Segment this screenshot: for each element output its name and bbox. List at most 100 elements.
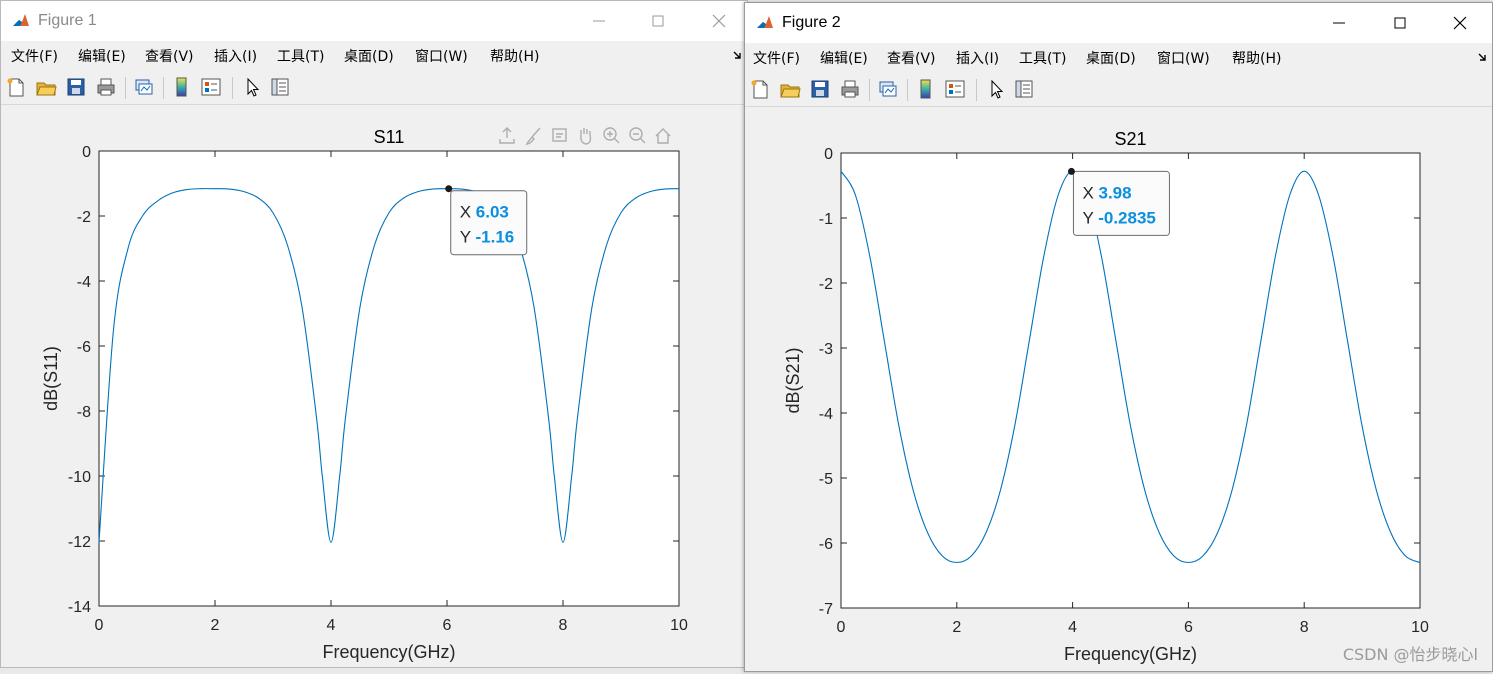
y-tick-label: -1 [819,211,833,228]
datatip-y-label: Y [1082,208,1098,227]
maximize-button[interactable] [1386,9,1414,37]
minimize-button[interactable] [585,7,613,35]
title-bar[interactable]: Figure 1 [1,1,747,41]
menu-insert[interactable]: 插入(I) [956,48,999,68]
data-tips-icon[interactable] [552,128,567,142]
x-tick-label: 0 [95,617,104,634]
insert-legend-button[interactable] [944,78,966,100]
new-figure-button[interactable] [749,78,771,100]
insert-legend-button[interactable] [200,76,222,98]
datatip-y-label: Y [460,228,476,247]
toolbar-separator [976,79,977,101]
figure-1-window: Figure 1 文件(F) 编辑(E) 查看(V) 插入(I) 工具(T) 桌… [0,0,748,668]
datatip-x-label: X [1082,183,1098,202]
insert-colorbar-button[interactable] [915,78,937,100]
datatip-marker[interactable] [1067,167,1075,175]
pan-icon[interactable] [580,128,592,145]
y-axis-label: dB(S21) [783,347,803,413]
close-button[interactable] [705,7,733,35]
x-tick-label: 10 [670,617,688,634]
insert-legend-icon [201,78,221,96]
y-tick-label: -6 [819,536,833,553]
property-inspector-icon [271,78,289,96]
link-plot-button[interactable] [877,78,899,100]
y-tick-label: -12 [68,534,91,551]
open-file-button[interactable] [779,78,801,100]
datatip-y-value: -0.2835 [1098,208,1156,227]
dock-arrow-icon[interactable] [733,50,743,60]
x-tick-label: 4 [1068,619,1077,636]
menu-tools[interactable]: 工具(T) [277,46,324,66]
datatip-y-row: Y -0.2835 [1082,208,1155,227]
menu-help[interactable]: 帮助(H) [490,46,539,66]
y-tick-label: -4 [77,274,91,291]
chart-title: S11 [374,127,405,147]
menu-file[interactable]: 文件(F) [11,46,58,66]
menu-insert[interactable]: 插入(I) [214,46,257,66]
axes-toolbar[interactable] [499,127,671,146]
menu-window[interactable]: 窗口(W) [1157,48,1210,68]
y-tick-label: 0 [824,146,833,163]
datatip-x-label: X [460,203,476,222]
x-tick-label: 2 [952,619,961,636]
matlab-icon [755,13,775,33]
figure-canvas: 0 2 4 6 8 10 0 -2 -4 -6 -8 -10 -12 -14 S11 Frequency(GH… [1,105,747,667]
brush-icon[interactable] [525,127,541,146]
link-plot-icon [135,79,153,95]
save-icon [67,78,85,96]
maximize-button[interactable] [644,7,672,35]
property-inspector-button[interactable] [1013,78,1035,100]
pointer-button[interactable] [985,78,1007,100]
open-file-button[interactable] [35,76,57,98]
figure-2-window: Figure 2 文件(F) 编辑(E) 查看(V) 插入(I) 工具(T) 桌… [744,2,1493,672]
export-icon[interactable] [499,127,515,144]
menu-window[interactable]: 窗口(W) [415,46,468,66]
save-icon [811,80,829,98]
property-inspector-icon [1015,80,1033,98]
y-tick-label: 0 [82,144,91,161]
x-tick-label: 6 [1184,619,1193,636]
link-plot-icon [879,81,897,97]
print-button[interactable] [95,76,117,98]
menu-edit[interactable]: 编辑(E) [820,48,868,68]
menu-help[interactable]: 帮助(H) [1232,48,1281,68]
print-button[interactable] [839,78,861,100]
toolbar-separator [163,77,164,99]
dock-arrow-icon[interactable] [1478,52,1488,62]
insert-colorbar-icon [920,79,931,99]
menu-file[interactable]: 文件(F) [753,48,800,68]
menu-view[interactable]: 查看(V) [887,48,936,68]
insert-colorbar-button[interactable] [171,76,193,98]
property-inspector-button[interactable] [269,76,291,98]
save-button[interactable] [65,76,87,98]
matlab-icon [11,11,31,31]
menu-tools[interactable]: 工具(T) [1019,48,1066,68]
close-icon [712,14,726,28]
insert-legend-icon [945,80,965,98]
close-icon [1453,16,1467,30]
home-icon[interactable] [655,128,671,144]
pointer-icon [247,77,260,97]
chart: 0 2 4 6 8 10 0 -2 -4 -6 -8 -10 -12 -14 S11 Frequency(GH… [41,127,688,662]
toolbar-separator [907,79,908,101]
chart: 0 2 4 6 8 10 0 -1 -2 -3 -4 -5 -6 -7 S21 Frequency(GHz) d… [783,129,1429,664]
zoom-out-icon[interactable] [629,127,646,144]
menu-desktop[interactable]: 桌面(D) [344,46,394,66]
menu-view[interactable]: 查看(V) [145,46,194,66]
zoom-in-icon[interactable] [603,127,620,144]
link-plot-button[interactable] [133,76,155,98]
new-figure-icon [751,80,768,99]
datatip-marker[interactable] [445,185,453,193]
save-button[interactable] [809,78,831,100]
title-bar[interactable]: Figure 2 [745,3,1492,43]
menu-desktop[interactable]: 桌面(D) [1086,48,1136,68]
y-tick-label: -2 [819,276,833,293]
close-button[interactable] [1446,9,1474,37]
minimize-button[interactable] [1325,9,1353,37]
menu-edit[interactable]: 编辑(E) [78,46,126,66]
y-tick-label: -5 [819,471,833,488]
axes-box [98,150,680,607]
new-figure-button[interactable] [5,76,27,98]
datatip-y-row: Y -1.16 [460,228,515,247]
pointer-button[interactable] [241,76,263,98]
